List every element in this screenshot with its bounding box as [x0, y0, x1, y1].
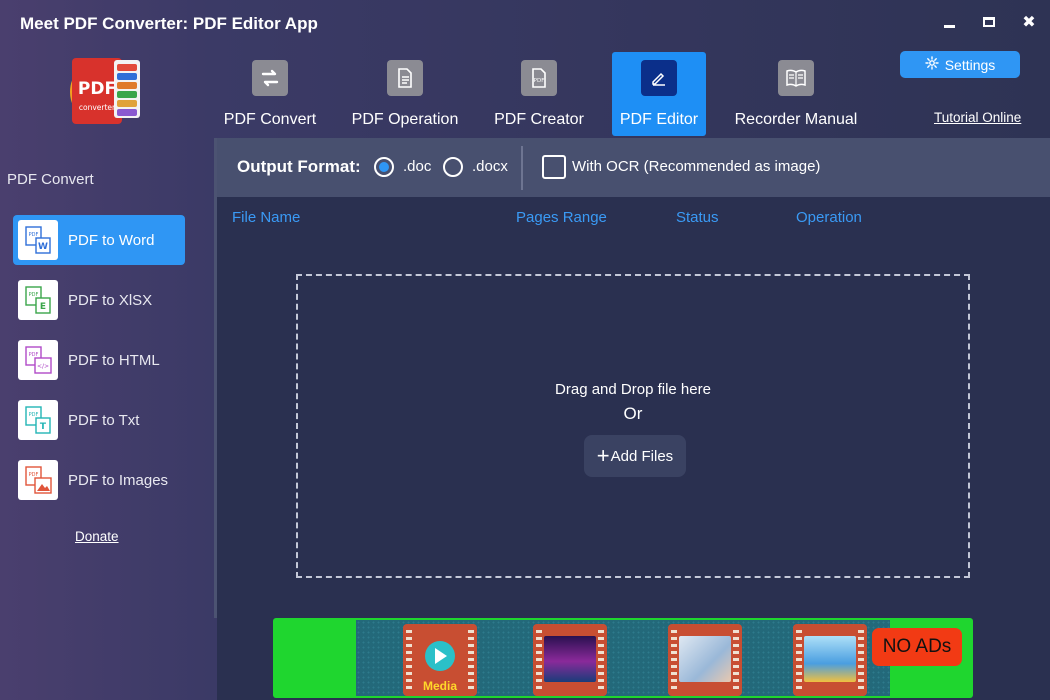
logo-main-text: PDF: [78, 79, 116, 99]
minimize-icon: [943, 24, 955, 28]
ad-banner[interactable]: Media NO ADs: [273, 618, 973, 698]
pdf-to-xlsx-icon: PDF E: [18, 280, 58, 320]
pencil-edit-icon: [641, 60, 677, 96]
gear-icon: [925, 56, 939, 73]
sidebar-item-label: PDF to Images: [68, 471, 169, 489]
svg-text:PDF: PDF: [29, 292, 39, 298]
tab-label: PDF Operation: [351, 111, 459, 128]
tab-label: PDF Editor: [619, 111, 699, 128]
sidebar-item-label: PDF to Word: [68, 231, 155, 249]
media-play-icon: Media: [403, 624, 477, 696]
column-header-file-name[interactable]: File Name: [232, 209, 300, 226]
svg-text:T: T: [40, 422, 47, 432]
radio-docx[interactable]: [443, 157, 463, 177]
output-format-label: Output Format:: [237, 157, 361, 176]
donate-link[interactable]: Donate: [75, 529, 119, 544]
close-icon: ✖: [1022, 14, 1036, 31]
sidebar-item-pdf-to-word[interactable]: PDF W PDF to Word: [13, 215, 185, 265]
sidebar-item-pdf-to-html[interactable]: PDF </> PDF to HTML: [13, 335, 185, 385]
minimize-button[interactable]: [934, 10, 964, 34]
settings-label: Settings: [944, 56, 996, 73]
media-label: Media: [422, 679, 457, 693]
pdf-to-html-icon: PDF </>: [18, 340, 58, 380]
radio-doc-label: .doc: [403, 158, 432, 175]
pdf-file-icon: PDF: [521, 60, 557, 96]
sidebar-title: PDF Convert: [7, 171, 94, 188]
svg-text:PDF: PDF: [29, 472, 39, 478]
or-text: Or: [623, 404, 643, 423]
tab-pdf-convert[interactable]: PDF Convert: [218, 52, 322, 136]
drop-text: Drag and Drop file here: [555, 381, 711, 398]
pdf-to-images-icon: PDF: [18, 460, 58, 500]
settings-button[interactable]: Settings: [900, 51, 1020, 78]
document-icon: [387, 60, 423, 96]
pdf-to-word-icon: PDF W: [18, 220, 58, 260]
book-icon: [778, 60, 814, 96]
ad-film-strip: Media: [356, 620, 890, 696]
format-divider: [521, 146, 523, 190]
logo-sub-text: converter: [79, 103, 116, 112]
sidebar-item-label: PDF to HTML: [68, 351, 160, 369]
sidebar-item-label: PDF to XlSX: [68, 291, 153, 309]
title-bar: Meet PDF Converter: PDF Editor App ✖: [0, 0, 1050, 48]
ocr-label: With OCR (Recommended as image): [572, 158, 821, 175]
column-header-status[interactable]: Status: [676, 209, 719, 226]
sidebar-item-pdf-to-txt[interactable]: PDF T PDF to Txt: [13, 395, 185, 445]
column-header-pages-range[interactable]: Pages Range: [516, 209, 607, 226]
close-button[interactable]: ✖: [1014, 10, 1044, 34]
galaxy-thumbnail: [533, 624, 607, 696]
anime-girl-thumbnail: [793, 624, 867, 696]
pdf-to-txt-icon: PDF T: [18, 400, 58, 440]
maximize-icon: [983, 17, 995, 27]
column-header-operation[interactable]: Operation: [796, 209, 862, 226]
anime-eye-thumbnail: [668, 624, 742, 696]
app-logo: PDF converter: [66, 50, 144, 130]
tab-pdf-editor[interactable]: PDF Editor: [612, 52, 706, 136]
app-title: Meet PDF Converter: PDF Editor App: [20, 14, 318, 33]
tab-label: PDF Convert: [223, 111, 317, 128]
svg-text:W: W: [38, 242, 48, 252]
svg-text:E: E: [40, 302, 46, 312]
no-ads-badge[interactable]: NO ADs: [872, 628, 962, 666]
convert-arrows-icon: [252, 60, 288, 96]
tutorial-online-link[interactable]: Tutorial Online: [934, 110, 1021, 125]
svg-text:PDF: PDF: [29, 232, 39, 238]
svg-text:PDF: PDF: [29, 412, 39, 418]
sidebar-item-label: PDF to Txt: [68, 411, 140, 429]
tab-pdf-operation[interactable]: PDF Operation: [343, 52, 467, 136]
sidebar-item-pdf-to-xlsx[interactable]: PDF E PDF to XlSX: [13, 275, 185, 325]
plus-icon: +: [596, 443, 610, 468]
output-format-bar: Output Format: .doc .docx With OCR (Reco…: [217, 138, 1050, 197]
svg-text:PDF: PDF: [29, 352, 39, 358]
radio-docx-label: .docx: [472, 158, 508, 175]
svg-text:PDF: PDF: [534, 78, 545, 84]
add-files-label: Add Files: [610, 447, 674, 465]
radio-doc[interactable]: [374, 157, 394, 177]
tab-recorder-manual[interactable]: Recorder Manual: [728, 52, 864, 136]
sidebar-item-pdf-to-images[interactable]: PDF PDF to Images: [13, 455, 185, 505]
tab-label: Recorder Manual: [734, 111, 858, 128]
maximize-button[interactable]: [974, 10, 1004, 34]
file-drop-zone[interactable]: Drag and Drop file here Or + Add Files: [296, 274, 970, 578]
ocr-checkbox[interactable]: [542, 155, 566, 179]
add-files-button[interactable]: + Add Files: [584, 435, 686, 477]
tab-pdf-creator[interactable]: PDF PDF Creator: [487, 52, 591, 136]
svg-text:</>: </>: [37, 363, 49, 370]
tab-label: PDF Creator: [494, 111, 584, 128]
